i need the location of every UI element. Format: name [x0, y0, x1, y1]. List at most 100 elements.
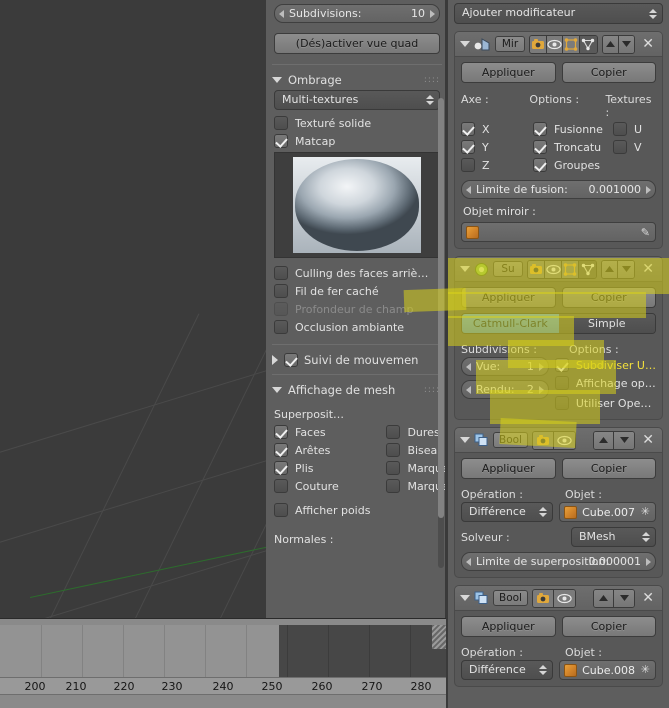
faces-row[interactable]: Faces: [266, 423, 378, 441]
subsurf-subdivide-uvs-checkbox[interactable]: [554, 358, 569, 372]
subsurf-optimal-display-checkbox[interactable]: [554, 376, 569, 390]
faces-checkbox[interactable]: [274, 425, 288, 439]
modifier-boolean-2-name[interactable]: Bool: [493, 590, 528, 606]
viewport-visibility-toggle-icon[interactable]: [545, 260, 563, 278]
delete-modifier-button[interactable]: ✕: [639, 433, 657, 447]
delete-modifier-button[interactable]: ✕: [639, 591, 657, 605]
mirror-axis-x-checkbox[interactable]: [461, 122, 475, 136]
subsurf-use-opensubdiv-row[interactable]: Utiliser Ope…: [554, 393, 656, 413]
add-modifier-dropdown[interactable]: Ajouter modificateur: [454, 3, 663, 24]
subsurf-optimal-display-row[interactable]: Affichage op…: [554, 373, 656, 393]
move-up-button[interactable]: [602, 35, 619, 53]
boolean-1-overlap-threshold-field[interactable]: Limite de superposition: 0.000001: [461, 552, 656, 571]
boolean-1-apply-button[interactable]: Appliquer: [461, 458, 556, 479]
hidden-wire-row[interactable]: Fil de fer caché: [266, 282, 448, 300]
subsurf-subdivide-uvs-row[interactable]: Subdiviser U…: [554, 357, 656, 373]
motion-tracking-checkbox[interactable]: [284, 353, 298, 367]
tab-catmull-clark[interactable]: Catmull-Clark: [462, 314, 559, 333]
hidden-wire-checkbox[interactable]: [274, 284, 288, 298]
viewport-visibility-toggle-icon[interactable]: [546, 35, 564, 53]
mirror-axis-y-checkbox[interactable]: [461, 140, 475, 154]
modifier-properties-panel[interactable]: Ajouter modificateur Mir ✕ Appliquer Cop…: [448, 0, 669, 708]
mirror-display-toggles[interactable]: [529, 34, 598, 54]
render-toggle-icon[interactable]: [530, 35, 547, 53]
modifier-mirror[interactable]: Mir ✕ Appliquer Copier Axe: Options: T…: [454, 31, 663, 249]
boolean-1-copy-button[interactable]: Copier: [561, 458, 656, 479]
mirror-axis-z-row[interactable]: Z: [461, 156, 533, 174]
clear-object-icon[interactable]: ✳: [641, 663, 650, 676]
mirror-clip-checkbox[interactable]: [533, 140, 547, 154]
sharp-checkbox[interactable]: [386, 425, 401, 439]
delete-modifier-button[interactable]: ✕: [639, 37, 657, 51]
modifier-boolean-1-name[interactable]: Bool: [493, 432, 528, 448]
show-weights-checkbox[interactable]: [274, 503, 288, 517]
chevron-down-icon[interactable]: [460, 41, 470, 47]
boolean-2-object-field[interactable]: Cube.008 ✳: [559, 660, 656, 680]
matcap-checkbox[interactable]: [274, 134, 288, 148]
timeline-editor[interactable]: 200 210 220 230 240 250 260 270 280: [0, 618, 446, 708]
mirror-texture-u-row[interactable]: U: [613, 120, 650, 138]
boolean-1-object-field[interactable]: Cube.007 ✳: [559, 502, 656, 522]
mirror-texture-v-row[interactable]: V: [613, 138, 650, 156]
mirror-merge-checkbox[interactable]: [533, 122, 547, 136]
edges-checkbox[interactable]: [274, 443, 288, 457]
mirror-vgroups-row[interactable]: Groupes: [533, 156, 613, 174]
move-up-button[interactable]: [594, 589, 615, 607]
mirror-texture-v-checkbox[interactable]: [613, 140, 627, 154]
viewport-visibility-toggle-icon[interactable]: [553, 589, 575, 607]
viewport-visibility-toggle-icon[interactable]: [553, 431, 575, 449]
render-toggle-icon[interactable]: [528, 260, 546, 278]
mirror-merge-limit-field[interactable]: Limite de fusion: 0.001000: [461, 180, 656, 199]
shading-section-header[interactable]: Ombrage ::::: [266, 69, 448, 90]
matcap-row[interactable]: Matcap: [266, 132, 448, 150]
backface-culling-row[interactable]: Culling des faces arriè…: [266, 264, 448, 282]
boolean-2-operation-dropdown[interactable]: Différence: [461, 660, 554, 680]
subsurf-algorithm-tabs[interactable]: Catmull-Clark Simple: [461, 313, 656, 334]
marks-2-checkbox[interactable]: [386, 479, 401, 493]
move-up-button[interactable]: [594, 431, 615, 449]
render-toggle-icon[interactable]: [532, 431, 554, 449]
mesh-display-section-header[interactable]: Affichage de mesh ::::: [266, 379, 448, 400]
mirror-apply-button[interactable]: Appliquer: [461, 62, 556, 83]
boolean-1-solver-dropdown[interactable]: BMesh: [571, 527, 656, 547]
creases-row[interactable]: Plis: [266, 459, 378, 477]
clear-object-icon[interactable]: ✳: [641, 505, 650, 518]
chevron-down-icon[interactable]: [460, 266, 470, 272]
mirror-reorder-buttons[interactable]: [601, 34, 636, 54]
chevron-down-icon[interactable]: [460, 595, 470, 601]
mirror-axis-x-row[interactable]: X: [461, 120, 533, 138]
boolean-1-display-toggles[interactable]: [531, 430, 576, 450]
modifier-boolean-1[interactable]: Bool ✕ Appliquer Copier Opération: Obje…: [454, 427, 663, 578]
render-toggle-icon[interactable]: [532, 589, 554, 607]
subsurf-render-levels-field[interactable]: Rendu: 2: [461, 380, 549, 399]
subsurf-apply-button[interactable]: Appliquer: [461, 287, 556, 308]
viewport-resize-grip[interactable]: [432, 625, 446, 649]
mirror-copy-button[interactable]: Copier: [561, 62, 656, 83]
viewport-properties-panel[interactable]: Subdivisions: 10 (Dés)activer vue quad O…: [266, 0, 448, 618]
seams-row[interactable]: Couture: [266, 477, 378, 495]
boolean-1-operation-dropdown[interactable]: Différence: [461, 502, 554, 522]
modifier-mirror-name[interactable]: Mir: [495, 36, 525, 52]
textured-solid-row[interactable]: Texturé solide: [266, 114, 448, 132]
subsurf-copy-button[interactable]: Copier: [561, 287, 656, 308]
subsurf-use-opensubdiv-checkbox[interactable]: [554, 396, 569, 410]
modifier-subsurf-header[interactable]: Su ✕: [455, 257, 662, 282]
show-weights-row[interactable]: Afficher poids: [266, 501, 378, 519]
toggle-quad-view-button[interactable]: (Dés)activer vue quad: [274, 33, 440, 54]
backface-culling-checkbox[interactable]: [274, 266, 288, 280]
move-down-button[interactable]: [614, 431, 635, 449]
timeline-ruler[interactable]: 200 210 220 230 240 250 260 270 280: [0, 677, 446, 695]
move-down-button[interactable]: [614, 589, 635, 607]
modifier-mirror-header[interactable]: Mir ✕: [455, 32, 662, 57]
on-cage-toggle-icon[interactable]: [579, 260, 596, 278]
left-panel-scrollbar-thumb[interactable]: [438, 98, 444, 518]
mirror-axis-z-checkbox[interactable]: [461, 158, 475, 172]
tab-simple[interactable]: Simple: [558, 314, 655, 333]
mirror-vgroups-checkbox[interactable]: [533, 158, 547, 172]
shading-method-dropdown[interactable]: Multi-textures: [274, 90, 440, 110]
boolean-2-reorder-buttons[interactable]: [593, 588, 636, 608]
motion-tracking-section-header[interactable]: Suivi de mouvemen: [266, 349, 448, 370]
boolean-1-reorder-buttons[interactable]: [593, 430, 636, 450]
ambient-occlusion-checkbox[interactable]: [274, 320, 288, 334]
mirror-texture-u-checkbox[interactable]: [613, 122, 627, 136]
